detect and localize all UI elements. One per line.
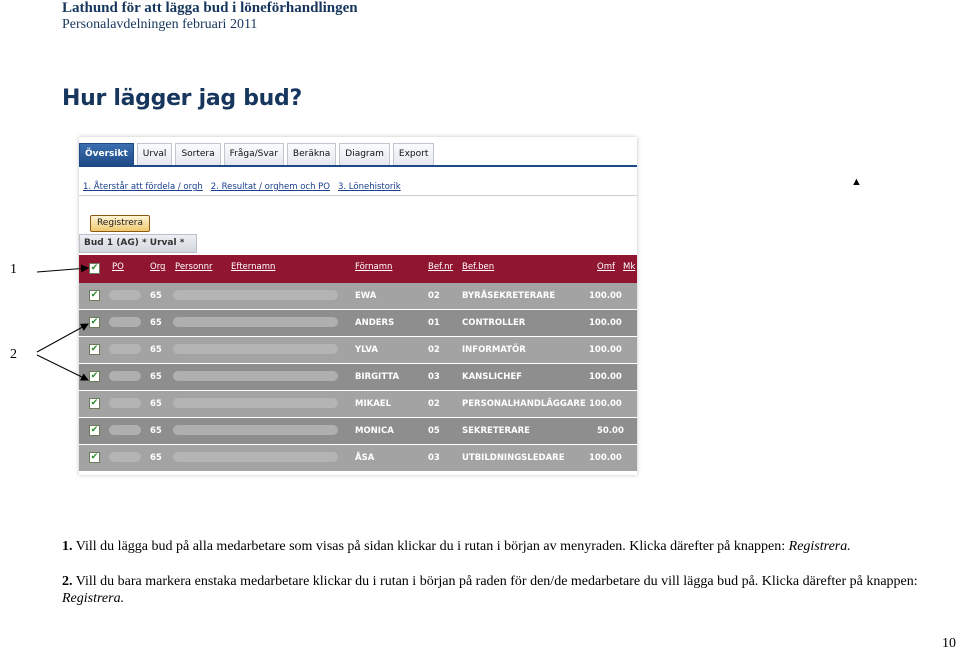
instruction-1-emphasis: Registrera. xyxy=(788,539,851,554)
instruction-2: 2. Vill du bara markera enstaka medarbet… xyxy=(62,573,952,607)
instruction-2-emphasis: Registrera. xyxy=(62,591,125,606)
instruction-1: 1. Vill du lägga bud på alla medarbetare… xyxy=(62,538,952,555)
instruction-1-text: Vill du lägga bud på alla medarbetare so… xyxy=(72,539,789,554)
instruction-2-text: Vill du bara markera enstaka medarbetare… xyxy=(72,574,918,589)
arrow-2a xyxy=(36,323,89,353)
instruction-2-number: 2. xyxy=(62,574,73,589)
instruction-1-number: 1. xyxy=(62,539,73,554)
arrow-1 xyxy=(36,264,89,273)
arrow-2b xyxy=(36,354,89,381)
